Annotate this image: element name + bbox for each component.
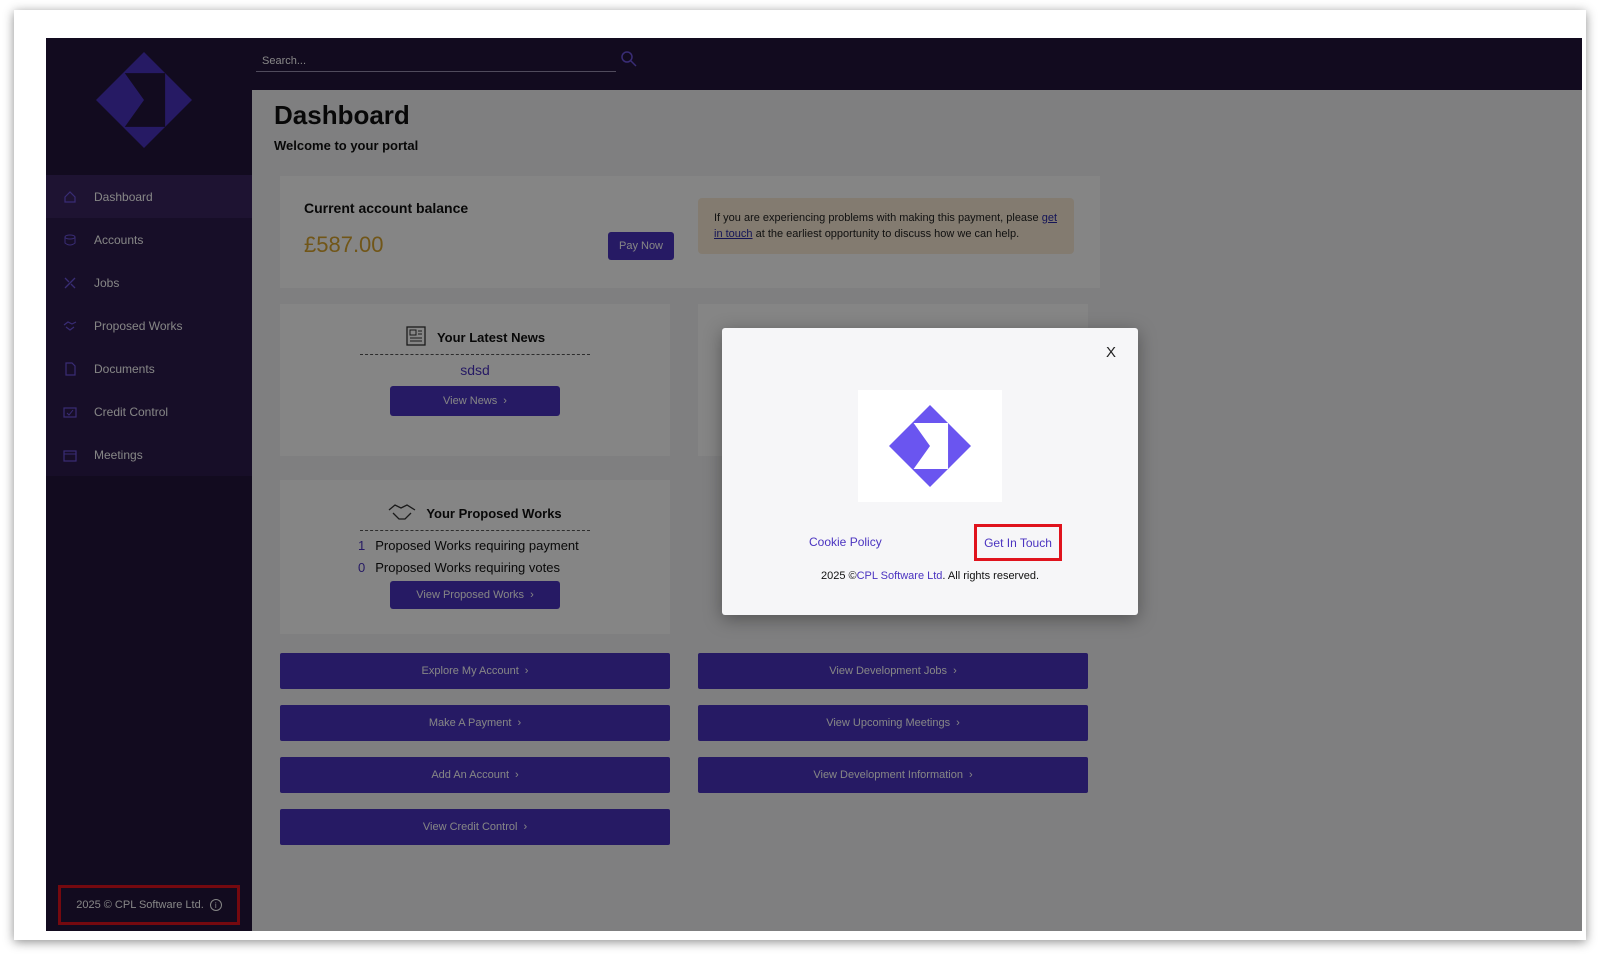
company-link[interactable]: CPL Software Ltd	[857, 570, 943, 582]
brand-logo	[858, 390, 1002, 502]
about-modal: X Cookie Policy Get In Touch 2025 ©CPL S…	[722, 328, 1138, 615]
copyright-suffix: . All rights reserved.	[942, 570, 1040, 582]
close-icon[interactable]: X	[1106, 344, 1116, 361]
cookie-policy-link[interactable]: Cookie Policy	[809, 535, 882, 549]
screenshot-frame: Dashboard Accounts Jobs Proposed Works D…	[14, 10, 1586, 940]
modal-copyright: 2025 ©CPL Software Ltd. All rights reser…	[722, 570, 1138, 582]
app-window: Dashboard Accounts Jobs Proposed Works D…	[46, 38, 1582, 931]
get-in-touch-link[interactable]: Get In Touch	[974, 524, 1062, 561]
copyright-prefix: 2025 ©	[820, 570, 857, 582]
